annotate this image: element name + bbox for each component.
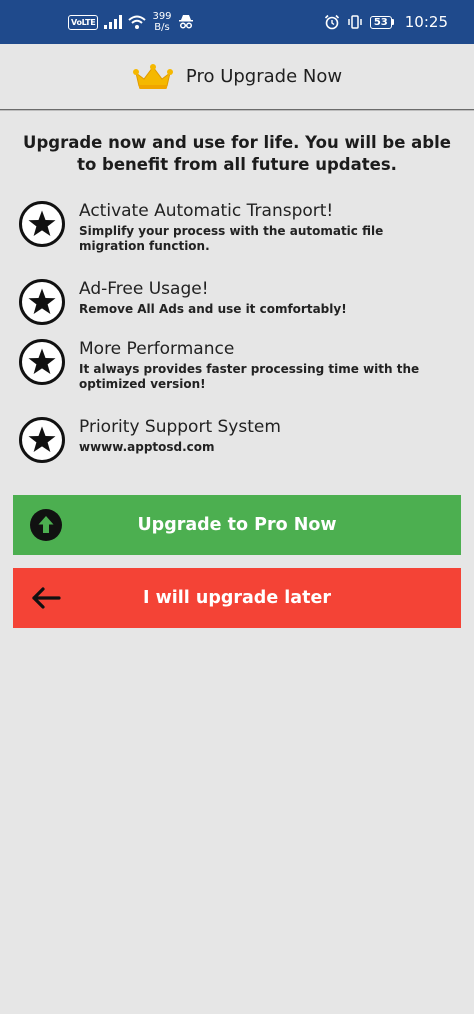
feature-desc: Remove All Ads and use it comfortably! [79,302,347,316]
feature-desc: Simplify your process with the automatic… [79,224,384,253]
feature-item-auto-transport: Activate Automatic Transport! Simplify y… [18,200,458,254]
alarm-icon [324,14,339,30]
feature-item-performance: More Performance It always provides fast… [18,338,458,392]
volte-badge: VoLTE [68,14,99,30]
feature-title: Activate Automatic Transport! [79,201,334,221]
feature-title: More Performance [79,339,235,359]
status-bar-right: 53 10:25 [324,0,448,44]
status-bar: VoLTE 399 B/s 53 10:25 [0,0,474,44]
status-bar-left: VoLTE 399 B/s [68,0,194,44]
upgrade-button-label: Upgrade to Pro Now [137,515,337,535]
feature-text: More Performance It always provides fast… [79,338,439,392]
upgrade-later-button[interactable]: I will upgrade later [13,568,461,628]
feature-desc: It always provides faster processing tim… [79,362,420,391]
vibrate-icon [348,15,362,29]
intro-text: Upgrade now and use for life. You will b… [23,133,451,174]
feature-item-priority-support: Priority Support System wwww.apptosd.com [18,416,458,464]
status-clock: 10:25 [404,13,448,31]
arrow-left-icon [32,587,61,609]
star-icon [19,339,65,385]
signal-icon [104,15,123,29]
feature-text: Ad-Free Usage! Remove All Ads and use it… [79,278,439,317]
incognito-icon [178,15,193,29]
feature-item-ad-free: Ad-Free Usage! Remove All Ads and use it… [18,278,458,326]
feature-text: Activate Automatic Transport! Simplify y… [79,200,439,254]
battery-level: 53 [369,15,392,29]
network-speed: 399 B/s [152,11,171,33]
later-button-label: I will upgrade later [143,588,331,608]
feature-title: Priority Support System [79,417,281,437]
page-title: Pro Upgrade Now [185,66,343,87]
wifi-icon [128,15,147,29]
star-icon [19,201,65,247]
crown-icon [132,63,173,89]
feature-desc: wwww.apptosd.com [79,440,215,454]
feature-text: Priority Support System wwww.apptosd.com [79,416,439,455]
feature-title: Ad-Free Usage! [79,279,209,299]
star-icon [19,417,65,463]
arrow-up-circle-icon [30,509,62,541]
upgrade-to-pro-button[interactable]: Upgrade to Pro Now [13,495,461,555]
battery-tip [391,19,394,25]
network-speed-value: 399 [152,11,172,22]
upgrade-card: Pro Upgrade Now Upgrade now and use for … [0,44,474,1014]
app-root: VoLTE 399 B/s 53 10:25 Pro Upgrade Now U… [0,0,474,1014]
star-icon [19,279,65,325]
battery-indicator: 53 [369,15,394,29]
network-speed-unit: B/s [154,22,170,33]
card-header: Pro Upgrade Now [0,44,474,110]
